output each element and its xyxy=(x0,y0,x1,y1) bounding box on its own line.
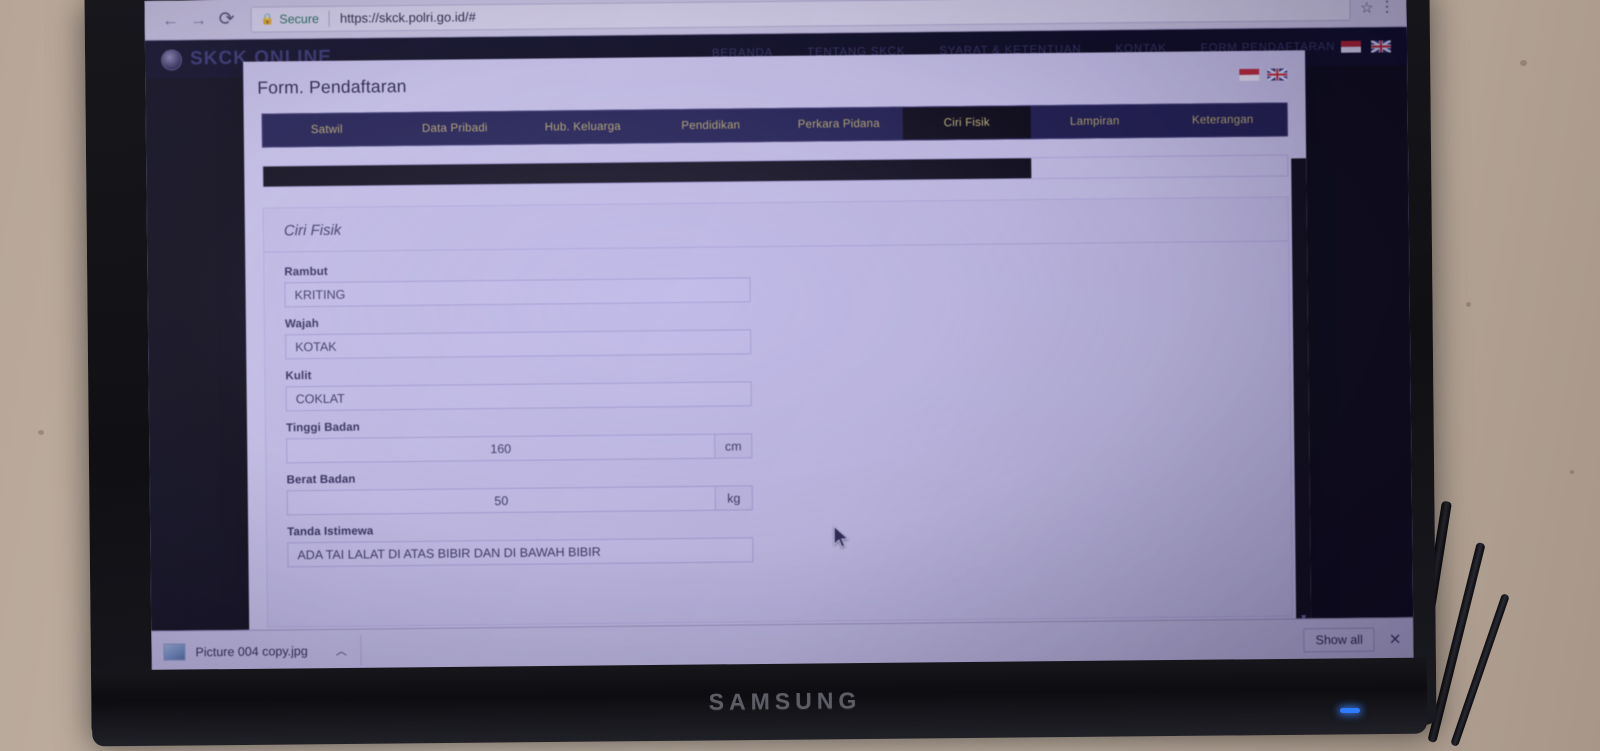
download-file-name: Picture 004 copy.jpg xyxy=(195,643,308,659)
indonesia-flag-icon[interactable] xyxy=(1239,68,1260,82)
wall-speck xyxy=(38,430,44,435)
field-group-tinggi-badan: Tinggi Badan 160 cm xyxy=(286,412,1270,464)
unit-addon-kg: kg xyxy=(714,485,753,511)
reload-icon[interactable]: ⟳ xyxy=(212,5,240,33)
monitor-brand-label: SAMSUNG xyxy=(708,687,862,715)
ciri-fisik-panel: Ciri Fisik Rambut KRITING Wajah KOTAK Ku… xyxy=(262,196,1294,628)
modal-language-flags xyxy=(1239,68,1288,82)
united-kingdom-flag-icon[interactable] xyxy=(1370,40,1392,53)
tab-ciri-fisik[interactable]: Ciri Fisik xyxy=(902,106,1031,140)
modal-body: Satwil Data Pribadi Hub. Keluarga Pendid… xyxy=(244,102,1312,647)
monitor-screen: ← → ⟳ 🔒 Secure https://skck.polri.go.id/… xyxy=(144,0,1414,673)
input-berat-badan[interactable]: 50 xyxy=(286,485,715,516)
wall-speck xyxy=(1520,60,1527,66)
forward-arrow-icon[interactable]: → xyxy=(184,6,212,34)
image-file-icon xyxy=(163,643,186,661)
tab-keterangan[interactable]: Keterangan xyxy=(1159,103,1287,136)
field-group-rambut: Rambut KRITING xyxy=(284,256,1268,308)
input-kulit[interactable]: COKLAT xyxy=(285,381,752,412)
label-berat-badan: Berat Badan xyxy=(286,473,356,487)
form-progress-bar xyxy=(262,154,1289,188)
panel-body: Rambut KRITING Wajah KOTAK Kulit COKLAT xyxy=(264,241,1291,568)
power-led-indicator xyxy=(1340,708,1360,713)
form-progress-fill xyxy=(263,158,1032,187)
input-tinggi-badan[interactable]: 160 xyxy=(286,433,715,464)
field-group-berat-badan: Berat Badan 50 kg xyxy=(287,464,1271,516)
input-group-berat-badan: 50 kg xyxy=(286,485,753,516)
url-text: https://skck.polri.go.id/# xyxy=(339,9,476,26)
star-icon[interactable]: ☆ xyxy=(1360,0,1374,16)
united-kingdom-flag-icon[interactable] xyxy=(1267,68,1288,81)
chevron-up-icon[interactable]: ︿ xyxy=(336,642,347,658)
wall-speck xyxy=(1570,470,1574,474)
address-bar[interactable]: 🔒 Secure https://skck.polri.go.id/# xyxy=(250,0,1351,33)
omnibox-separator xyxy=(328,10,331,27)
site-page: SKCK ONLINE BERANDA TENTANG SKCK SYARAT … xyxy=(144,27,1414,673)
input-group-tinggi-badan: 160 cm xyxy=(286,433,753,464)
polri-emblem-icon xyxy=(160,48,183,71)
tab-hub-keluarga[interactable]: Hub. Keluarga xyxy=(519,110,647,143)
registration-form-modal: Form. Pendaftaran Satwil Data Pribadi Hu… xyxy=(243,50,1312,648)
mouse-cursor xyxy=(833,525,850,548)
modal-title: Form. Pendaftaran xyxy=(257,76,407,98)
back-arrow-icon[interactable]: ← xyxy=(156,6,184,34)
security-label: Secure xyxy=(279,11,319,26)
panel-title: Ciri Fisik xyxy=(283,221,342,240)
field-group-kulit: Kulit COKLAT xyxy=(285,360,1269,412)
label-tanda-istimewa: Tanda Istimewa xyxy=(287,525,374,539)
unit-addon-cm: cm xyxy=(714,433,753,459)
photo-of-monitor: ← → ⟳ 🔒 Secure https://skck.polri.go.id/… xyxy=(0,0,1600,751)
download-bar-actions: Show all ✕ xyxy=(1303,627,1401,652)
tab-satwil[interactable]: Satwil xyxy=(263,113,391,146)
wall-speck xyxy=(1466,302,1471,307)
label-kulit: Kulit xyxy=(285,370,312,383)
tab-data-pribadi[interactable]: Data Pribadi xyxy=(391,112,519,145)
tab-pendidikan[interactable]: Pendidikan xyxy=(647,109,775,142)
field-group-wajah: Wajah KOTAK xyxy=(285,308,1269,360)
site-language-flags xyxy=(1340,40,1392,53)
kebab-menu-icon[interactable]: ⋮ xyxy=(1379,0,1394,15)
show-all-button[interactable]: Show all xyxy=(1303,627,1375,652)
field-group-tanda-istimewa: Tanda Istimewa ADA TAI LALAT DI ATAS BIB… xyxy=(287,516,1271,568)
tab-lampiran[interactable]: Lampiran xyxy=(1031,105,1159,138)
security-indicator[interactable]: 🔒 Secure xyxy=(261,11,319,26)
download-item[interactable]: Picture 004 copy.jpg ︿ xyxy=(163,635,362,668)
input-wajah[interactable]: KOTAK xyxy=(285,329,752,360)
close-icon[interactable]: ✕ xyxy=(1389,630,1402,648)
indonesia-flag-icon[interactable] xyxy=(1340,40,1362,53)
label-tinggi-badan: Tinggi Badan xyxy=(285,421,360,435)
tab-perkara-pidana[interactable]: Perkara Pidana xyxy=(775,108,903,141)
label-rambut: Rambut xyxy=(284,265,328,279)
lock-icon: 🔒 xyxy=(260,13,275,26)
label-wajah: Wajah xyxy=(284,317,319,331)
input-tanda-istimewa[interactable]: ADA TAI LALAT DI ATAS BIBIR DAN DI BAWAH… xyxy=(287,537,754,568)
input-rambut[interactable]: KRITING xyxy=(284,277,751,308)
